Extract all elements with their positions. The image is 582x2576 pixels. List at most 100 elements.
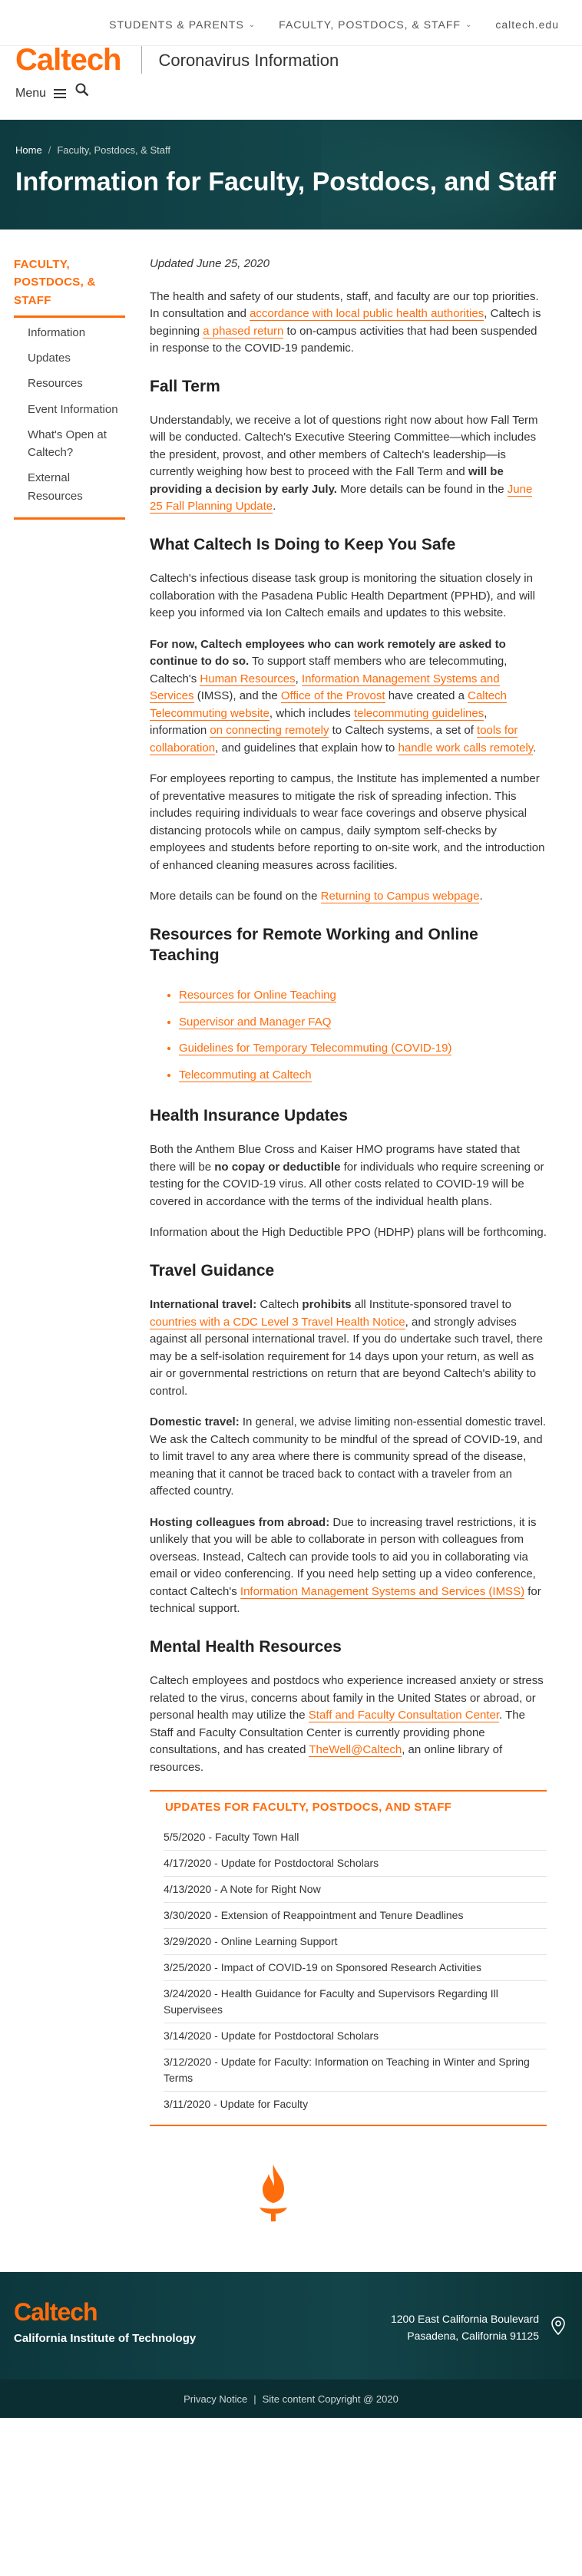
top-nav-label: FACULTY, POSTDOCS, & STAFF [279, 18, 461, 31]
top-bar: STUDENTS & PARENTS ⌄ FACULTY, POSTDOCS, … [0, 0, 582, 77]
top-nav-caltech-edu[interactable]: caltech.edu [495, 17, 559, 33]
mental-health-paragraph: Caltech employees and postdocs who exper… [150, 1673, 547, 1776]
health-insurance-paragraph-1: Both the Anthem Blue Cross and Kaiser HM… [150, 1141, 547, 1210]
page-title: Information for Faculty, Postdocs, and S… [15, 167, 556, 197]
site-header: STUDENTS & PARENTS ⌄ FACULTY, POSTDOCS, … [0, 0, 582, 100]
bold-text: prohibits [302, 1298, 352, 1312]
footer-legal: Privacy Notice | Site content Copyright @ … [0, 2379, 582, 2418]
keep-safe-paragraph-2: For now, Caltech employees who can work … [150, 636, 547, 758]
sidebar-item-updates[interactable]: Updates [28, 349, 125, 367]
footer-logo[interactable]: Caltech [14, 2294, 98, 2330]
travel-guidance-heading: Travel Guidance [150, 1261, 275, 1280]
menu-row: Menu [0, 46, 582, 100]
sidebar: FACULTY, POSTDOCS, & STAFF Information U… [0, 230, 134, 2126]
bold-text: Domestic travel: [150, 1415, 240, 1429]
text: all Institute-sponsored travel to [351, 1298, 512, 1312]
text: Caltech [256, 1298, 303, 1312]
hero-banner: Home / Faculty, Postdocs, & Staff Informat… [0, 120, 582, 230]
update-item[interactable]: 3/12/2020 - Update for Faculty: Informat… [164, 2048, 547, 2091]
update-item[interactable]: 5/5/2020 - Faculty Town Hall [164, 1825, 547, 1850]
list-item: Supervisor and Manager FAQ [179, 1014, 547, 1032]
menu-button[interactable]: Menu [15, 84, 67, 103]
telecommuting-at-caltech-link[interactable]: Telecommuting at Caltech [179, 1068, 312, 1082]
text: (IMSS), and the [193, 689, 281, 703]
breadcrumb-separator: / [48, 144, 51, 156]
sidebar-item-whats-open[interactable]: What's Open at Caltech? [28, 426, 125, 462]
update-item[interactable]: 4/17/2020 - Update for Postdoctoral Scho… [164, 1849, 547, 1876]
returning-to-campus-link[interactable]: Returning to Campus webpage [320, 890, 480, 904]
privacy-notice-link[interactable]: Privacy Notice [184, 2393, 247, 2405]
sidebar-item-event-information[interactable]: Event Information [28, 401, 125, 418]
fall-term-paragraph: Understandably, we receive a lot of ques… [150, 412, 547, 516]
chevron-down-icon: ⌄ [465, 21, 473, 29]
address-line: Pasadena, California 91125 [407, 2329, 539, 2342]
thewell-link[interactable]: TheWell@Caltech [309, 1743, 402, 1758]
address-line: 1200 East California Boulevard [390, 2312, 539, 2325]
text: More details can be found on the [150, 890, 321, 903]
hamburger-icon [54, 89, 67, 98]
intro-paragraph: The health and safety of our students, s… [150, 289, 547, 358]
sidebar-item-external-resources[interactable]: External Resources [28, 469, 125, 505]
keep-safe-paragraph-4: More details can be found on the Returni… [150, 888, 547, 906]
flame-ornament [0, 2126, 582, 2272]
flame-icon [260, 2164, 287, 2221]
provost-link[interactable]: Office of the Provost [280, 689, 385, 704]
updates-box-title: UPDATES FOR FACULTY, POSTDOCS, AND STAFF [165, 1801, 452, 1815]
bold-text: Hosting colleagues from abroad: [150, 1515, 330, 1529]
copyright-text: Site content Copyright @ 2020 [262, 2393, 398, 2405]
public-health-link[interactable]: accordance with local public health auth… [250, 307, 484, 321]
supervisor-faq-link[interactable]: Supervisor and Manager FAQ [179, 1015, 332, 1029]
sidebar-section-title[interactable]: FACULTY, POSTDOCS, & STAFF [14, 256, 125, 318]
telecommuting-guidelines-link[interactable]: telecommuting guidelines [353, 706, 484, 721]
footer-address: 1200 East California Boulevard Pasadena,… [391, 2310, 539, 2345]
remote-resources-heading: Resources for Remote Working and Online … [150, 925, 478, 964]
sidebar-item-resources[interactable]: Resources [28, 375, 125, 392]
text: , and guidelines that explain how to [215, 741, 398, 755]
chevron-down-icon: ⌄ [248, 21, 256, 29]
telecommuting-guidelines-covid-link[interactable]: Guidelines for Temporary Telecommuting (… [179, 1042, 452, 1056]
site-footer: Caltech California Institute of Technolo… [0, 2271, 582, 2418]
menu-label: Menu [15, 87, 47, 100]
text: . [479, 890, 483, 903]
update-item[interactable]: 3/11/2020 - Update for Faculty [164, 2090, 547, 2117]
human-resources-link[interactable]: Human Resources [200, 672, 296, 686]
update-item[interactable]: 3/14/2020 - Update for Postdoctoral Scho… [164, 2022, 547, 2049]
top-nav: STUDENTS & PARENTS ⌄ FACULTY, POSTDOCS, … [109, 17, 559, 33]
update-item[interactable]: 3/30/2020 - Extension of Reappointment a… [164, 1901, 547, 1928]
updated-date: Updated June 25, 2020 [150, 257, 270, 270]
main-content: Updated June 25, 2020 The health and saf… [134, 230, 582, 2126]
breadcrumb: Home / Faculty, Postdocs, & Staff [15, 143, 567, 158]
keep-safe-paragraph-3: For employees reporting to campus, the I… [150, 772, 545, 872]
international-travel-paragraph: International travel: Caltech prohibits … [150, 1296, 547, 1400]
imss-support-link[interactable]: Information Management Systems and Servi… [240, 1584, 525, 1599]
list-item: Telecommuting at Caltech [179, 1067, 547, 1085]
top-nav-faculty-staff[interactable]: FACULTY, POSTDOCS, & STAFF ⌄ [279, 17, 472, 33]
update-item[interactable]: 3/25/2020 - Impact of COVID-19 on Sponso… [164, 1953, 547, 1980]
update-item[interactable]: 4/13/2020 - A Note for Right Now [164, 1875, 547, 1902]
update-item[interactable]: 3/24/2020 - Health Guidance for Faculty … [164, 1980, 547, 2023]
connecting-remotely-link[interactable]: on connecting remotely [210, 724, 329, 738]
domestic-travel-paragraph: Domestic travel: In general, we advise l… [150, 1414, 547, 1501]
update-item[interactable]: 3/29/2020 - Online Learning Support [164, 1927, 547, 1954]
bold-text: International travel: [150, 1298, 257, 1312]
list-item: Resources for Online Teaching [179, 987, 547, 1005]
mental-health-heading: Mental Health Resources [150, 1637, 342, 1656]
legal-separator: | [253, 2393, 256, 2405]
updates-box: UPDATES FOR FACULTY, POSTDOCS, AND STAFF… [150, 1790, 547, 2126]
sidebar-item-information[interactable]: Information [28, 324, 125, 342]
consultation-center-link[interactable]: Staff and Faculty Consultation Center [308, 1709, 499, 1723]
text: , which includes [269, 706, 354, 720]
online-teaching-link[interactable]: Resources for Online Teaching [179, 989, 336, 1003]
breadcrumb-home[interactable]: Home [15, 144, 42, 156]
work-calls-link[interactable]: handle work calls remotely [398, 741, 534, 755]
hosting-colleagues-paragraph: Hosting colleagues from abroad: Due to i… [150, 1514, 547, 1618]
cdc-level-3-link[interactable]: countries with a CDC Level 3 Travel Heal… [150, 1315, 405, 1329]
phased-return-link[interactable]: a phased return [203, 324, 284, 339]
top-nav-students-parents[interactable]: STUDENTS & PARENTS ⌄ [109, 17, 256, 33]
top-nav-label: STUDENTS & PARENTS [109, 18, 244, 31]
search-icon[interactable] [75, 83, 89, 97]
text: . [533, 741, 537, 755]
page-layout: FACULTY, POSTDOCS, & STAFF Information U… [0, 230, 582, 2126]
text: , [295, 672, 302, 685]
location-pin-icon[interactable] [551, 2316, 565, 2335]
